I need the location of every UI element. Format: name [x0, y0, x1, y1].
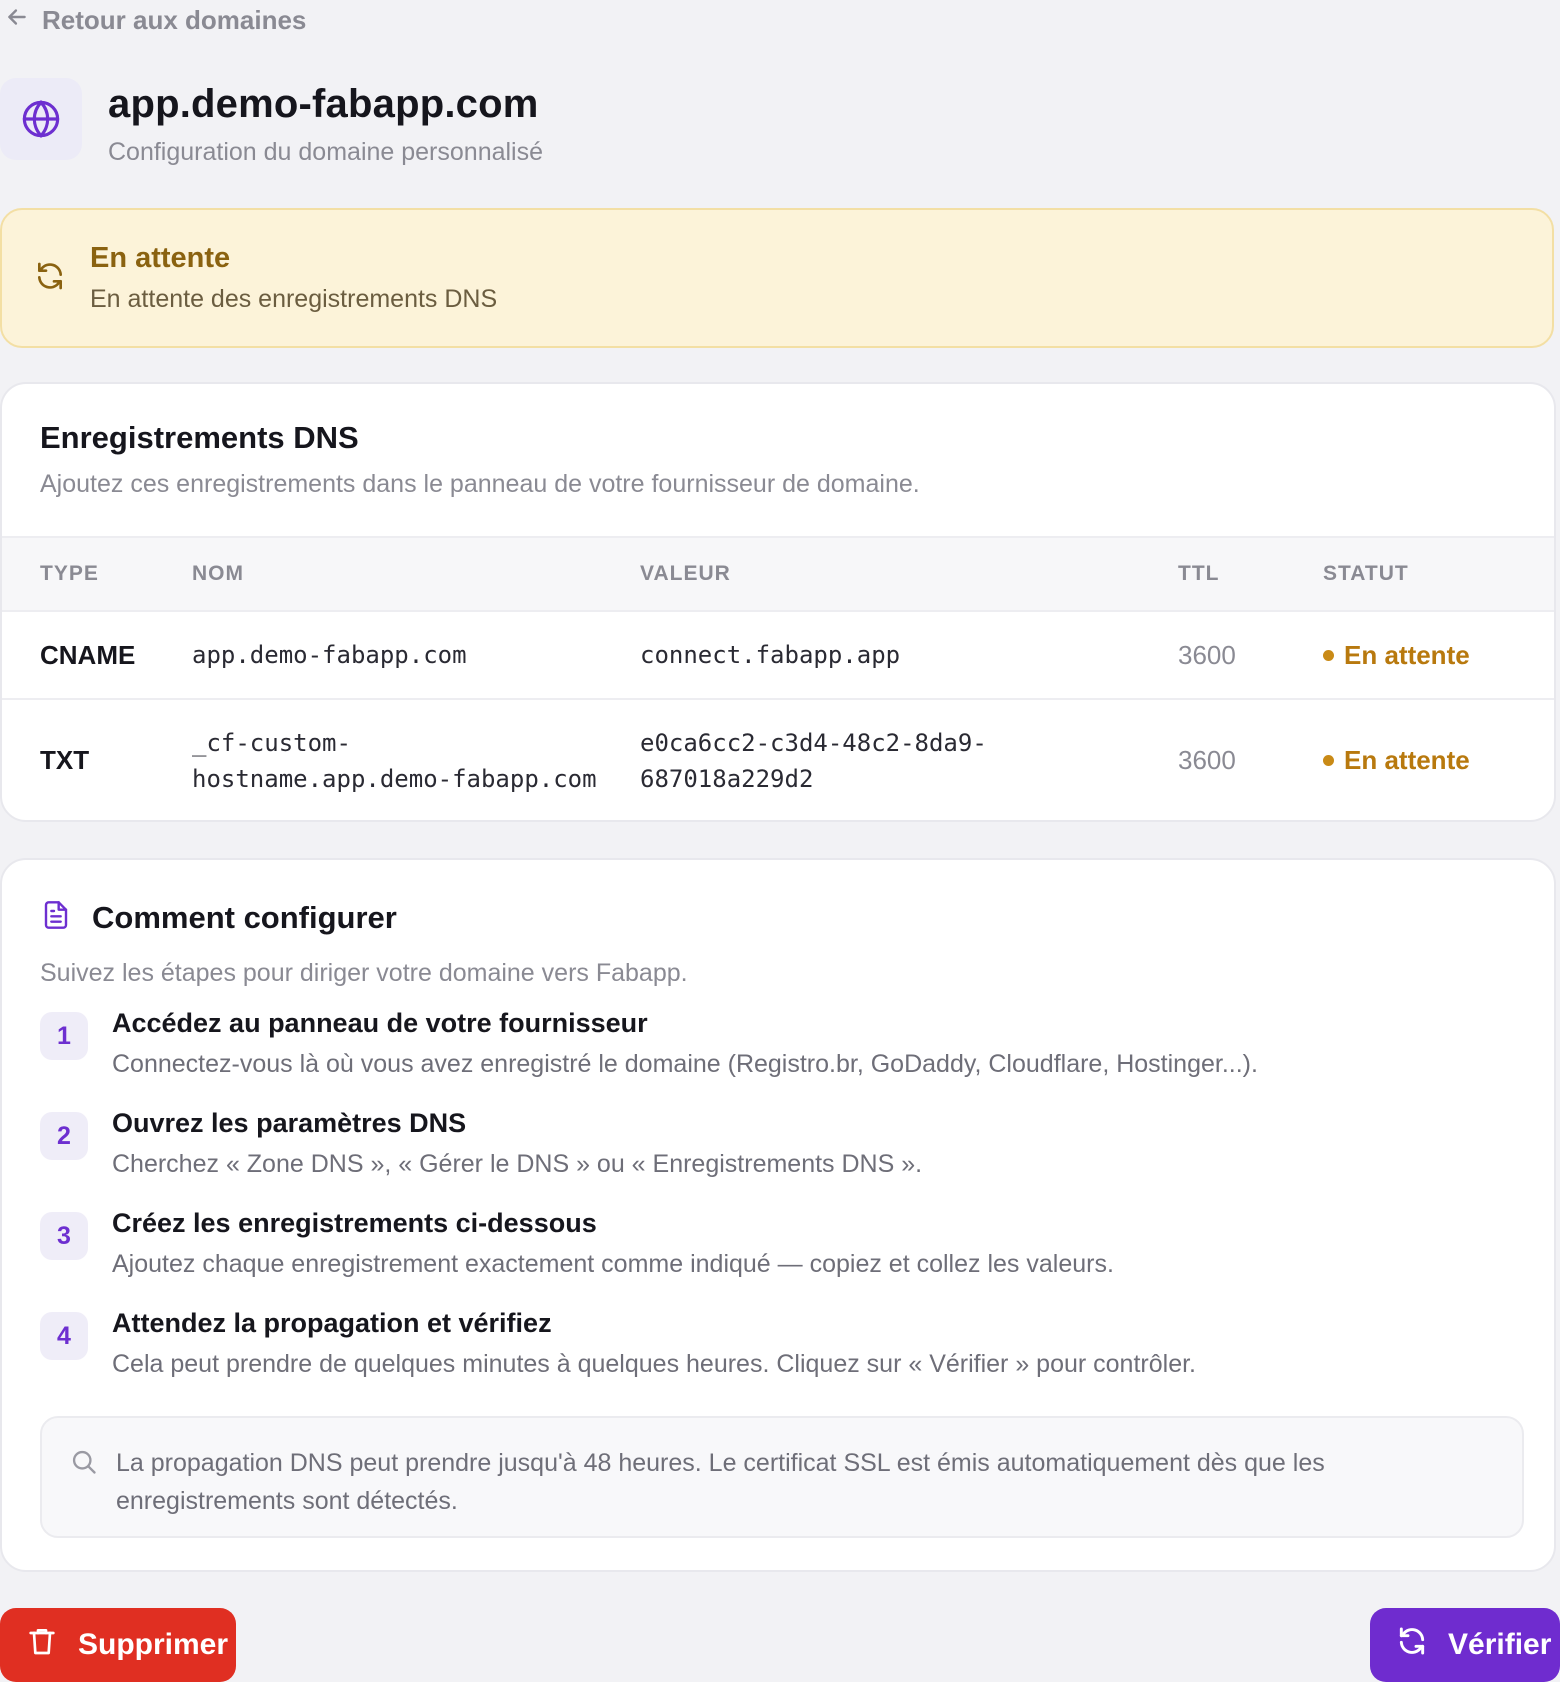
- dns-records-table: TYPE NOM VALEUR TTL STATUT CNAME app.dem…: [2, 536, 1554, 820]
- record-name-line: hostname.app.demo-fabapp.com: [192, 764, 597, 793]
- info-note-text: La propagation DNS peut prendre jusqu'à …: [116, 1449, 1325, 1515]
- step-item: 1 Accédez au panneau de votre fournisseu…: [40, 1006, 1258, 1106]
- arrow-left-icon: [4, 4, 30, 37]
- record-value-line: e0ca6cc2-c3d4-48c2-8da9-: [640, 728, 987, 757]
- trash-icon: [26, 1625, 58, 1665]
- status-banner: En attente En attente des enregistrement…: [0, 208, 1554, 348]
- record-ttl: 3600: [1178, 745, 1236, 775]
- step-number: 1: [40, 1012, 88, 1060]
- table-row: CNAME app.demo-fabapp.com connect.fabapp…: [2, 611, 1554, 699]
- step-title: Attendez la propagation et vérifiez: [112, 1308, 552, 1338]
- dns-records-card: Enregistrements DNS Ajoutez ces enregist…: [0, 382, 1556, 822]
- globe-icon: [0, 78, 82, 160]
- record-value-line: 687018a229d2: [640, 764, 814, 793]
- refresh-icon: [1396, 1625, 1428, 1665]
- step-title: Créez les enregistrements ci-dessous: [112, 1208, 597, 1238]
- table-row: TXT _cf-custom- hostname.app.demo-fabapp…: [2, 699, 1554, 820]
- howto-card: Comment configurer Suivez les étapes pou…: [0, 858, 1556, 1572]
- step-description: Cherchez « Zone DNS », « Gérer le DNS » …: [112, 1150, 923, 1178]
- step-number: 2: [40, 1112, 88, 1160]
- document-icon: [40, 898, 72, 937]
- step-title: Ouvrez les paramètres DNS: [112, 1108, 467, 1138]
- column-header-name: NOM: [192, 562, 244, 585]
- howto-subtitle: Suivez les étapes pour diriger votre dom…: [40, 959, 688, 987]
- record-type: CNAME: [40, 639, 136, 670]
- steps-list: 1 Accédez au panneau de votre fournisseu…: [40, 1006, 1258, 1406]
- step-item: 3 Créez les enregistrements ci-dessous A…: [40, 1206, 1258, 1306]
- status-badge: En attente: [1323, 640, 1554, 671]
- step-item: 4 Attendez la propagation et vérifiez Ce…: [40, 1306, 1258, 1406]
- step-number: 4: [40, 1312, 88, 1360]
- page-subtitle: Configuration du domaine personnalisé: [108, 138, 544, 166]
- delete-button[interactable]: Supprimer: [0, 1608, 236, 1682]
- back-link-label: Retour aux domaines: [42, 5, 307, 35]
- record-type: TXT: [40, 745, 90, 775]
- record-name[interactable]: app.demo-fabapp.com: [192, 611, 640, 699]
- howto-title: Comment configurer: [92, 899, 397, 935]
- status-label: En attente: [1344, 745, 1470, 775]
- table-header-row: TYPE NOM VALEUR TTL STATUT: [2, 537, 1554, 611]
- step-description: Cela peut prendre de quelques minutes à …: [112, 1350, 1196, 1378]
- column-header-ttl: TTL: [1178, 562, 1220, 585]
- status-label: En attente: [1344, 639, 1470, 670]
- info-note: La propagation DNS peut prendre jusqu'à …: [40, 1416, 1524, 1538]
- record-name[interactable]: _cf-custom- hostname.app.demo-fabapp.com: [192, 699, 640, 820]
- domain-header: app.demo-fabapp.com Configuration du dom…: [0, 78, 543, 167]
- back-link[interactable]: Retour aux domaines: [4, 4, 306, 37]
- record-value[interactable]: connect.fabapp.app: [640, 611, 1178, 699]
- dns-card-title: Enregistrements DNS: [40, 420, 359, 455]
- step-item: 2 Ouvrez les paramètres DNS Cherchez « Z…: [40, 1106, 1258, 1206]
- column-header-status: STATUT: [1323, 562, 1409, 585]
- step-number: 3: [40, 1212, 88, 1260]
- column-header-type: TYPE: [40, 562, 99, 585]
- status-title: En attente: [90, 242, 231, 274]
- step-description: Ajoutez chaque enregistrement exactement…: [112, 1250, 1114, 1278]
- step-description: Connectez-vous là où vous avez enregistr…: [112, 1050, 1258, 1078]
- step-title: Accédez au panneau de votre fournisseur: [112, 1008, 648, 1038]
- dns-card-subtitle: Ajoutez ces enregistrements dans le pann…: [40, 470, 920, 498]
- page-title: app.demo-fabapp.com: [108, 82, 539, 126]
- record-ttl: 3600: [1178, 639, 1236, 670]
- record-name-line: _cf-custom-: [192, 728, 351, 757]
- refresh-icon: [34, 260, 66, 297]
- status-subtitle: En attente des enregistrements DNS: [90, 285, 498, 313]
- delete-button-label: Supprimer: [78, 1628, 229, 1661]
- column-header-value: VALEUR: [640, 562, 731, 585]
- status-dot: [1323, 755, 1334, 766]
- verify-button[interactable]: Vérifier: [1370, 1608, 1560, 1682]
- status-badge: En attente: [1323, 745, 1554, 776]
- search-icon: [70, 1444, 98, 1481]
- verify-button-label: Vérifier: [1448, 1628, 1552, 1661]
- status-dot: [1323, 649, 1334, 661]
- record-value[interactable]: e0ca6cc2-c3d4-48c2-8da9- 687018a229d2: [640, 699, 1178, 820]
